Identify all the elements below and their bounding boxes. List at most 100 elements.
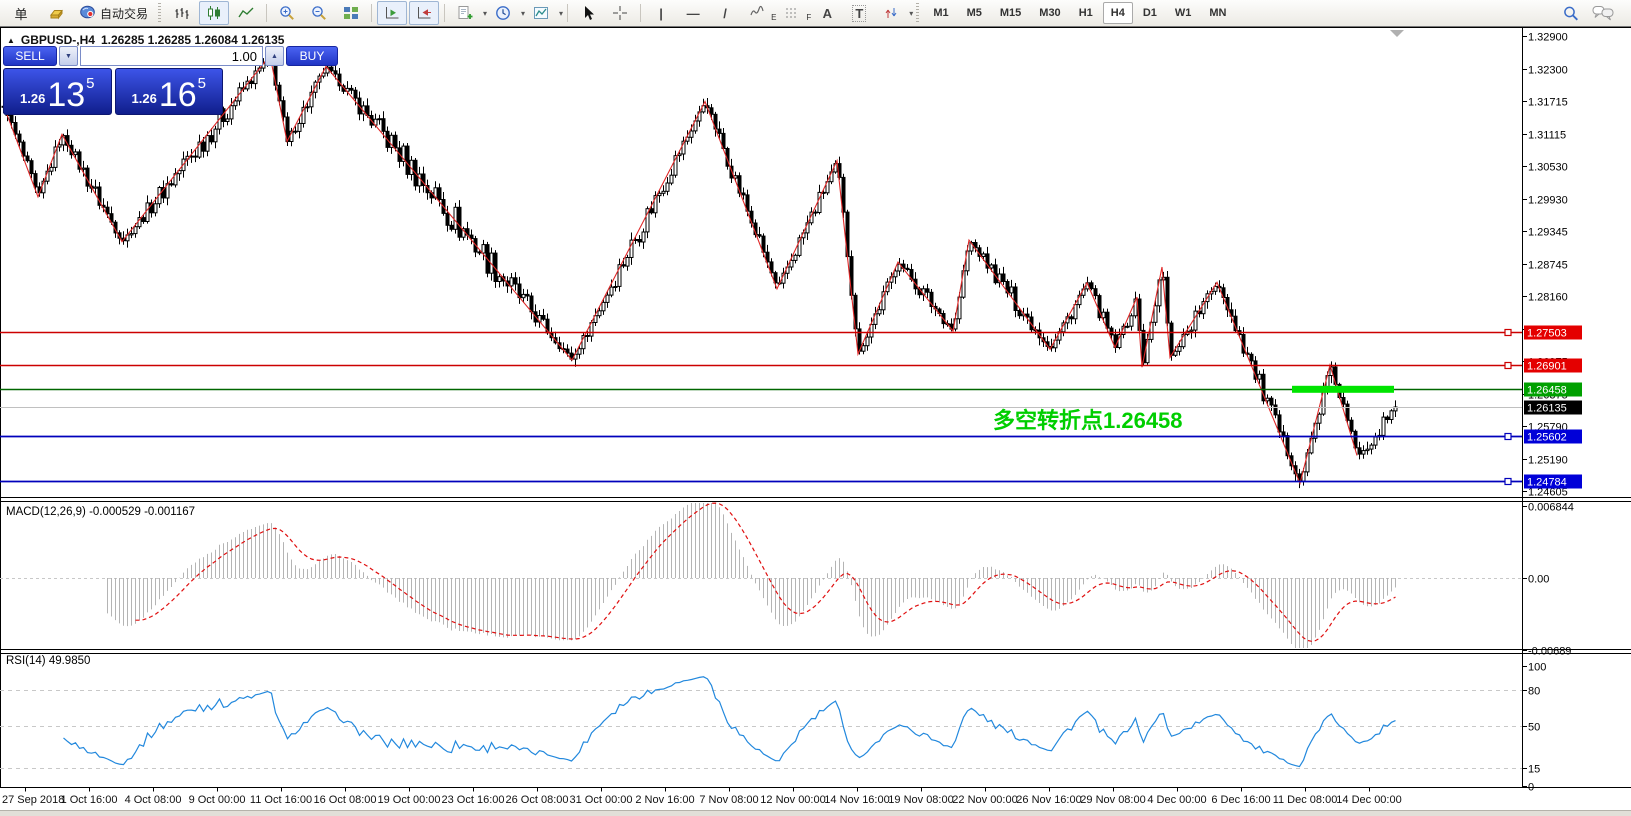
svg-text:1.29345: 1.29345 — [1528, 227, 1568, 239]
volume-input[interactable] — [80, 46, 263, 66]
one-click-trading-panel: SELL ▼ ▲ BUY 1.26 13 5 1.26 16 5 — [3, 46, 223, 115]
toolbar-group-objects: | — / E F A T ▾ — [645, 0, 913, 26]
timeframe-h1[interactable]: H1 — [1071, 2, 1101, 24]
chart-shift-button[interactable] — [409, 1, 439, 25]
buy-price-big: 16 — [159, 78, 197, 112]
svg-text:27 Sep 2018: 27 Sep 2018 — [2, 794, 64, 806]
buy-button[interactable]: BUY — [286, 46, 338, 66]
svg-text:1.25190: 1.25190 — [1528, 455, 1568, 467]
toolbar-separator — [371, 4, 372, 22]
bar-chart-button[interactable] — [167, 1, 197, 25]
svg-text:多空转折点1.26458: 多空转折点1.26458 — [993, 408, 1183, 433]
timeframe-d1[interactable]: D1 — [1135, 2, 1165, 24]
templates-button[interactable] — [526, 1, 556, 25]
svg-text:16 Oct 08:00: 16 Oct 08:00 — [314, 794, 377, 806]
svg-text:4 Dec 00:00: 4 Dec 00:00 — [1147, 794, 1206, 806]
gold-icon[interactable] — [41, 1, 71, 25]
autotrading-button[interactable]: 自动交易 — [73, 1, 154, 25]
sell-price-prefix: 1.26 — [20, 91, 45, 106]
elliott-wave-button[interactable] — [742, 1, 772, 25]
zoom-in-button[interactable] — [272, 1, 302, 25]
new-order-button[interactable]: 单 — [3, 1, 39, 25]
svg-text:29 Nov 08:00: 29 Nov 08:00 — [1080, 794, 1145, 806]
toolbar-grip — [158, 3, 161, 23]
zoom-out-button[interactable] — [304, 1, 334, 25]
svg-text:26 Nov 16:00: 26 Nov 16:00 — [1016, 794, 1081, 806]
svg-text:100: 100 — [1528, 662, 1546, 674]
sell-button[interactable]: SELL — [3, 46, 57, 66]
chart-canvas[interactable]: 1.329001.323001.317151.311151.305301.299… — [0, 0, 1631, 816]
symbol-marker-icon: ▲ — [7, 36, 15, 45]
arrow-objects-button[interactable] — [876, 1, 906, 25]
svg-text:14 Nov 16:00: 14 Nov 16:00 — [824, 794, 889, 806]
svg-text:1.29930: 1.29930 — [1528, 195, 1568, 207]
trend-line-button[interactable]: / — [710, 1, 740, 25]
toolbar-group-cursor — [572, 0, 636, 26]
svg-text:1.31115: 1.31115 — [1528, 130, 1566, 142]
crosshair-button[interactable] — [605, 1, 635, 25]
svg-text:1.32300: 1.32300 — [1528, 65, 1568, 77]
svg-text:MACD(12,26,9) -0.000529 -0.001: MACD(12,26,9) -0.000529 -0.001167 — [6, 506, 195, 518]
sell-price-pip: 5 — [86, 71, 94, 92]
svg-text:1.30530: 1.30530 — [1528, 162, 1568, 174]
timeframe-w1[interactable]: W1 — [1167, 2, 1200, 24]
timeframe-m30[interactable]: M30 — [1031, 2, 1068, 24]
svg-text:4 Oct 08:00: 4 Oct 08:00 — [125, 794, 182, 806]
chevron-down-icon[interactable]: ▾ — [521, 9, 525, 18]
chevron-down-icon[interactable]: ▾ — [909, 9, 913, 18]
text-label-button[interactable]: T — [844, 1, 874, 25]
svg-text:22 Nov 00:00: 22 Nov 00:00 — [952, 794, 1017, 806]
timeframe-m15[interactable]: M15 — [992, 2, 1029, 24]
robot-icon — [79, 4, 96, 23]
toolbar: 单 自动交易 ▾ ▾ ▾ | — / E F A T ▾ M1M5M1 — [0, 0, 1631, 27]
svg-text:1.24784: 1.24784 — [1527, 477, 1567, 489]
svg-text:7 Nov 08:00: 7 Nov 08:00 — [699, 794, 758, 806]
new-order-label: 单 — [14, 4, 27, 23]
chat-button[interactable] — [1588, 1, 1618, 25]
svg-text:12 Nov 00:00: 12 Nov 00:00 — [760, 794, 825, 806]
toolbar-group-insert: ▾ ▾ ▾ — [449, 0, 563, 26]
text-button[interactable]: A — [812, 1, 842, 25]
chevron-down-icon[interactable]: ▾ — [559, 9, 563, 18]
timeframe-mn[interactable]: MN — [1201, 2, 1234, 24]
tile-windows-button[interactable] — [336, 1, 366, 25]
horizontal-line-button[interactable]: — — [678, 1, 708, 25]
svg-text:19 Nov 08:00: 19 Nov 08:00 — [888, 794, 953, 806]
svg-text:1.26458: 1.26458 — [1527, 385, 1567, 397]
timeframe-m1[interactable]: M1 — [925, 2, 956, 24]
periods-button[interactable] — [488, 1, 518, 25]
buy-quote-panel[interactable]: 1.26 16 5 — [115, 68, 224, 115]
svg-text:80: 80 — [1528, 686, 1540, 698]
toolbar-group-scroll — [376, 0, 440, 26]
sell-quote-panel[interactable]: 1.26 13 5 — [3, 68, 112, 115]
svg-text:11 Dec 08:00: 11 Dec 08:00 — [1273, 794, 1338, 806]
chevron-down-icon[interactable]: ▾ — [483, 9, 487, 18]
timeframe-m5[interactable]: M5 — [959, 2, 990, 24]
svg-text:1.28160: 1.28160 — [1528, 292, 1568, 304]
svg-text:RSI(14) 49.9850: RSI(14) 49.9850 — [6, 655, 90, 667]
line-chart-button[interactable] — [231, 1, 261, 25]
add-indicator-button[interactable] — [450, 1, 480, 25]
volume-decrease-button[interactable]: ▼ — [59, 46, 78, 66]
buy-price-prefix: 1.26 — [132, 91, 157, 106]
timeframe-h4[interactable]: H4 — [1103, 2, 1133, 24]
fibonacci-button[interactable] — [777, 1, 807, 25]
svg-text:1.26901: 1.26901 — [1527, 361, 1567, 373]
candlestick-chart-button[interactable] — [199, 1, 229, 25]
auto-scroll-button[interactable] — [377, 1, 407, 25]
chart-title: ▲ GBPUSD-,H4 1.26285 1.26285 1.26084 1.2… — [7, 33, 284, 47]
svg-text:0.006844: 0.006844 — [1528, 502, 1574, 514]
volume-increase-button[interactable]: ▲ — [265, 46, 284, 66]
svg-text:1.27503: 1.27503 — [1527, 328, 1567, 340]
svg-text:50: 50 — [1528, 722, 1540, 734]
toolbar-group-zoom — [271, 0, 367, 26]
search-button[interactable] — [1556, 1, 1586, 25]
svg-text:6 Dec 16:00: 6 Dec 16:00 — [1211, 794, 1270, 806]
svg-text:19 Oct 00:00: 19 Oct 00:00 — [378, 794, 441, 806]
svg-text:9 Oct 00:00: 9 Oct 00:00 — [189, 794, 246, 806]
vertical-line-button[interactable]: | — [646, 1, 676, 25]
autotrading-label: 自动交易 — [100, 5, 148, 22]
svg-text:0.00: 0.00 — [1528, 574, 1549, 586]
svg-text:31 Oct 00:00: 31 Oct 00:00 — [570, 794, 633, 806]
cursor-button[interactable] — [573, 1, 603, 25]
